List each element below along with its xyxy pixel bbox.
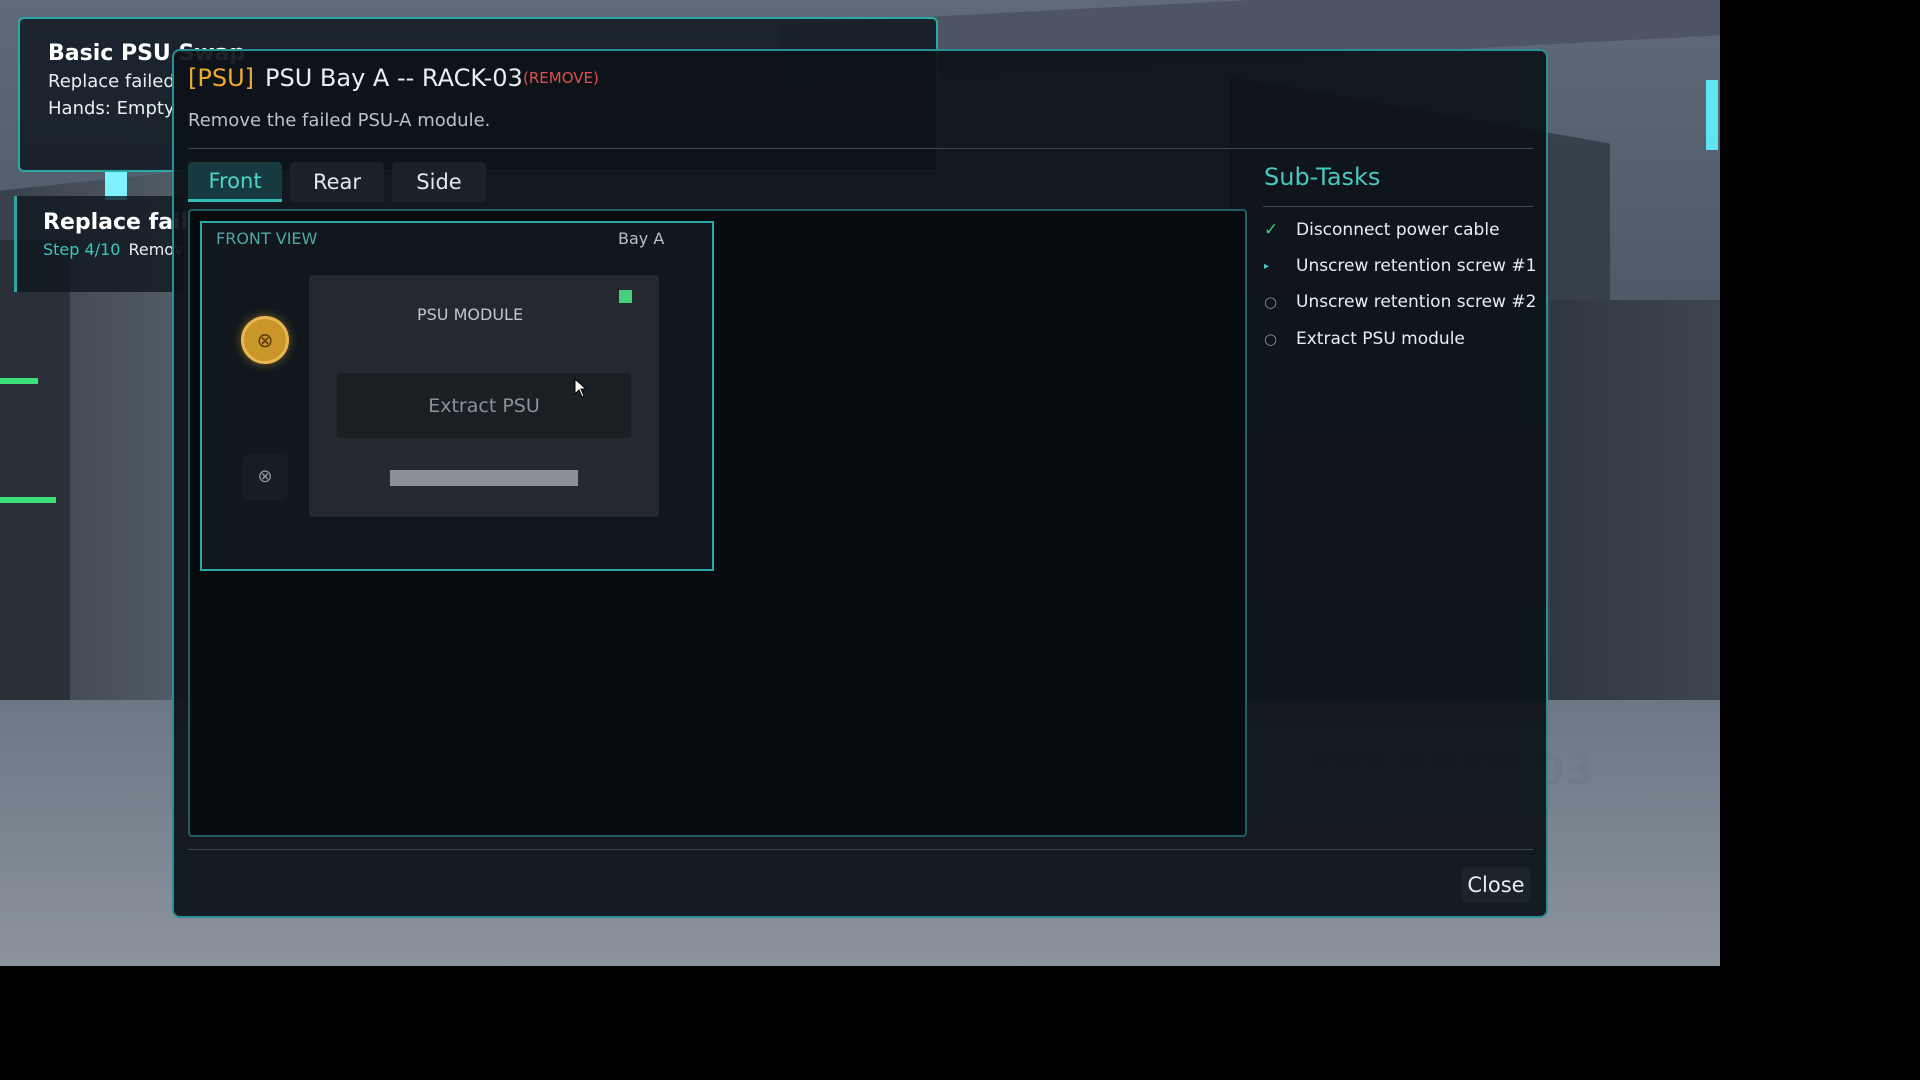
footer-divider bbox=[188, 849, 1533, 850]
current-arrow-icon: ▸ bbox=[1264, 260, 1270, 272]
check-icon: ✓ bbox=[1264, 220, 1279, 240]
subtask-item: ○ Unscrew retention screw #2 bbox=[1264, 288, 1536, 316]
close-button[interactable]: Close bbox=[1462, 867, 1530, 903]
subtasks-divider bbox=[1263, 206, 1533, 207]
modal-title: PSU Bay A -- RACK-03 bbox=[265, 64, 523, 92]
rack-status-led bbox=[0, 497, 56, 503]
modal-subtitle: Remove the failed PSU-A module. bbox=[188, 110, 491, 131]
screw-icon: ⊗ bbox=[257, 466, 273, 487]
cyan-light-right bbox=[1706, 80, 1718, 150]
front-view-label: FRONT VIEW bbox=[216, 229, 318, 248]
task-step: Step 4/10 Remov bbox=[43, 240, 184, 259]
screw-icon: ⊗ bbox=[256, 328, 274, 352]
server-rack-right bbox=[1550, 300, 1720, 760]
hands-status: Hands: Empty bbox=[48, 98, 175, 119]
subtask-item: ▸ Unscrew retention screw #1 bbox=[1264, 252, 1536, 280]
psu-status-led bbox=[619, 290, 632, 303]
header-divider bbox=[188, 148, 1533, 149]
subtask-label: Disconnect power cable bbox=[1296, 220, 1500, 240]
tab-side[interactable]: Side bbox=[392, 162, 486, 202]
subtask-label: Unscrew retention screw #1 bbox=[1296, 256, 1537, 276]
mission-description: Replace failed bbox=[48, 71, 175, 92]
retention-screw-1[interactable]: ⊗ bbox=[241, 316, 289, 364]
subtask-item: ✓ Disconnect power cable bbox=[1264, 216, 1500, 244]
pending-circle-icon: ○ bbox=[1264, 330, 1278, 348]
subtask-item: ○ Extract PSU module bbox=[1264, 325, 1465, 353]
action-badge: (REMOVE) bbox=[523, 69, 599, 87]
psu-handle[interactable] bbox=[390, 470, 578, 486]
subtasks-title: Sub-Tasks bbox=[1264, 163, 1381, 191]
subtask-label: Extract PSU module bbox=[1296, 329, 1465, 349]
bay-label: Bay A bbox=[618, 229, 665, 248]
modal-category-tag: [PSU] bbox=[188, 64, 254, 92]
step-counter: Step 4/10 bbox=[43, 240, 121, 259]
server-rack-left-near bbox=[0, 240, 70, 700]
pending-circle-icon: ○ bbox=[1264, 293, 1278, 311]
tab-front[interactable]: Front bbox=[188, 162, 282, 202]
rack-status-led bbox=[0, 378, 38, 384]
retention-screw-2[interactable]: ⊗ bbox=[242, 454, 288, 500]
psu-module-label: PSU MODULE bbox=[417, 305, 524, 324]
tab-rear[interactable]: Rear bbox=[290, 162, 384, 202]
subtask-label: Unscrew retention screw #2 bbox=[1296, 292, 1537, 312]
